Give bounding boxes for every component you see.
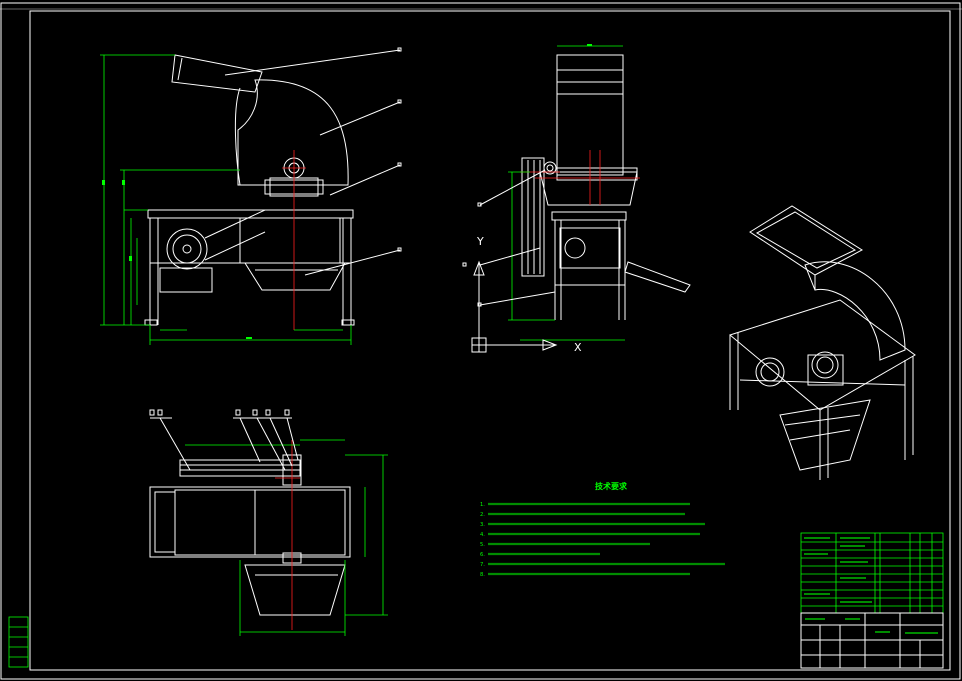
requirement-4: 4. bbox=[480, 532, 485, 538]
title-block bbox=[800, 612, 944, 669]
inner-border bbox=[29, 10, 951, 671]
top-view bbox=[149, 409, 388, 636]
side-view: Y X bbox=[462, 44, 691, 354]
requirement-8: 8. bbox=[480, 572, 485, 578]
requirement-3: 3. bbox=[480, 522, 485, 528]
requirement-1: 1. bbox=[480, 502, 485, 508]
cad-drawing-sheet: Y X 技术要求 1. 2. 3. 4. 5. 6. 7. 8. bbox=[0, 2, 962, 680]
revision-strip bbox=[8, 616, 29, 668]
axis-label-y: Y bbox=[476, 235, 484, 248]
requirement-5: 5. bbox=[480, 542, 485, 548]
technical-requirements-title: 技术要求 bbox=[595, 481, 628, 491]
axis-label-x: X bbox=[574, 341, 582, 354]
isometric-view bbox=[728, 205, 916, 480]
requirement-6: 6. bbox=[480, 552, 485, 558]
requirement-7: 7. bbox=[480, 562, 485, 568]
technical-requirements: 技术要求 1. 2. 3. 4. 5. 6. 7. 8. bbox=[480, 481, 725, 578]
parts-list-table bbox=[800, 532, 944, 614]
requirement-2: 2. bbox=[480, 512, 485, 518]
front-view bbox=[100, 47, 402, 345]
